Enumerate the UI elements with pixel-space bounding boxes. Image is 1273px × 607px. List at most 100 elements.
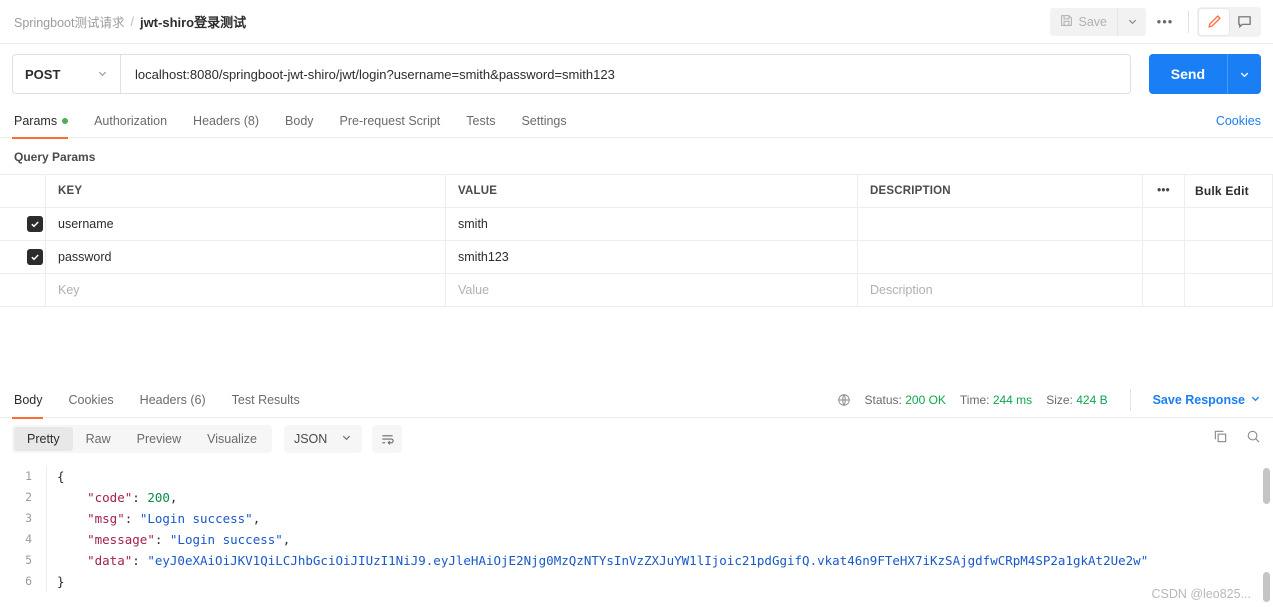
code-line-content: { (46, 466, 65, 487)
tab-settings[interactable]: Settings (508, 104, 579, 138)
time-label: Time: (960, 393, 990, 407)
row-key[interactable]: password (46, 241, 446, 274)
cookies-link[interactable]: Cookies (1216, 114, 1261, 128)
save-button[interactable]: Save (1050, 8, 1119, 36)
bulk-edit-button[interactable]: Bulk Edit (1185, 175, 1273, 208)
view-mode-raw[interactable]: Raw (73, 427, 124, 451)
row-description[interactable] (858, 208, 1143, 241)
meta-divider (1130, 389, 1131, 411)
copy-icon[interactable] (1213, 429, 1228, 449)
tab-body[interactable]: Body (272, 104, 327, 138)
tab-headers[interactable]: Headers (8) (180, 104, 272, 138)
breadcrumb-request-name[interactable]: jwt-shiro登录测试 (140, 12, 246, 31)
request-tabs: Params Authorization Headers (8) Body Pr… (0, 104, 1273, 138)
response-scrollbar-thumb[interactable] (1263, 468, 1270, 504)
checkbox-checked-icon[interactable] (27, 249, 43, 265)
code-line: 3 "msg": "Login success", (0, 508, 1273, 529)
row-spacer-cell (1185, 274, 1273, 307)
send-dropdown-button[interactable] (1227, 54, 1261, 94)
search-icon[interactable] (1246, 429, 1261, 449)
view-mode-preview[interactable]: Preview (124, 427, 194, 451)
json-string: "Login success" (140, 511, 253, 526)
header-divider (1188, 11, 1189, 33)
response-format-value: JSON (294, 432, 327, 446)
row-value[interactable]: smith123 (446, 241, 858, 274)
send-button[interactable]: Send (1149, 54, 1227, 94)
table-header-row: KEY VALUE DESCRIPTION ••• Bulk Edit (1, 175, 1273, 208)
http-method-value: POST (25, 67, 60, 82)
size-badge: Size: 424 B (1046, 393, 1107, 407)
save-response-button[interactable]: Save Response (1153, 393, 1261, 407)
line-number: 3 (0, 508, 46, 529)
save-disk-icon (1060, 14, 1073, 30)
json-key: "message" (87, 532, 155, 547)
json-string-token: "eyJ0eXAiOiJKV1QiLCJhbGciOiJIUzI1NiJ9.ey… (147, 553, 1148, 568)
row-checkbox-cell (1, 241, 46, 274)
header-checkbox-cell (1, 175, 46, 208)
code-line: 2 "code": 200, (0, 487, 1273, 508)
tab-response-cookies[interactable]: Cookies (56, 382, 127, 418)
line-number: 4 (0, 529, 46, 550)
tab-tests[interactable]: Tests (453, 104, 508, 138)
tab-response-body[interactable]: Body (12, 382, 56, 418)
line-number: 2 (0, 487, 46, 508)
tab-test-results[interactable]: Test Results (219, 382, 313, 418)
line-number: 1 (0, 466, 46, 487)
tab-authorization[interactable]: Authorization (81, 104, 180, 138)
new-key-input[interactable]: Key (46, 274, 446, 307)
code-line-content: "msg": "Login success", (46, 508, 260, 529)
view-mode-pretty[interactable]: Pretty (14, 427, 73, 451)
tab-pre-request-script[interactable]: Pre-request Script (327, 104, 454, 138)
url-input[interactable]: localhost:8080/springboot-jwt-shiro/jwt/… (120, 54, 1131, 94)
more-actions-button[interactable]: ••• (1150, 8, 1180, 36)
row-spacer-cell (1185, 241, 1273, 274)
comment-icon[interactable] (1229, 9, 1259, 35)
tab-params-label: Params (14, 114, 57, 128)
row-spacer-cell (1185, 208, 1273, 241)
view-mode-visualize[interactable]: Visualize (194, 427, 270, 451)
row-value[interactable]: smith (446, 208, 858, 241)
response-actions (1213, 429, 1261, 449)
new-value-input[interactable]: Value (446, 274, 858, 307)
size-label: Size: (1046, 393, 1073, 407)
edit-pencil-icon[interactable] (1199, 9, 1229, 35)
code-line: 4 "message": "Login success", (0, 529, 1273, 550)
checkbox-checked-icon[interactable] (27, 216, 43, 232)
row-description[interactable] (858, 241, 1143, 274)
row-checkbox-cell-empty (1, 274, 46, 307)
word-wrap-toggle[interactable] (372, 425, 402, 453)
params-modified-dot-icon (62, 118, 68, 124)
save-dropdown-button[interactable] (1118, 8, 1146, 36)
http-method-select[interactable]: POST (12, 54, 120, 94)
code-line-content: "message": "Login success", (46, 529, 290, 550)
row-options-cell (1143, 274, 1185, 307)
json-key: "data" (87, 553, 132, 568)
breadcrumb: Springboot测试请求 / jwt-shiro登录测试 (14, 12, 246, 31)
response-scrollbar-thumb-lower[interactable] (1263, 572, 1270, 602)
query-params-table: KEY VALUE DESCRIPTION ••• Bulk Edit user… (0, 174, 1273, 307)
row-checkbox-cell (1, 208, 46, 241)
response-view-bar: Pretty Raw Preview Visualize JSON (0, 418, 1273, 460)
response-tabs: Body Cookies Headers (6) Test Results St… (0, 382, 1273, 418)
header-key: KEY (46, 175, 446, 208)
breadcrumb-collection[interactable]: Springboot测试请求 (14, 12, 124, 31)
chevron-down-icon (1250, 393, 1261, 407)
json-key: "msg" (87, 511, 125, 526)
query-params-title: Query Params (0, 138, 1273, 174)
response-format-select[interactable]: JSON (284, 425, 362, 453)
response-pane: Body Cookies Headers (6) Test Results St… (0, 382, 1273, 607)
row-key[interactable]: username (46, 208, 446, 241)
chevron-down-icon (97, 67, 108, 82)
status-badge: Status: 200 OK (865, 393, 946, 407)
response-body-code[interactable]: 1 { 2 "code": 200, 3 "msg": "Login succe… (0, 460, 1273, 600)
code-line: 6 } (0, 571, 1273, 592)
table-options-button[interactable]: ••• (1143, 175, 1185, 208)
code-line-content: } (46, 571, 65, 592)
watermark: CSDN @leo825... (1151, 587, 1251, 601)
new-description-input[interactable]: Description (858, 274, 1143, 307)
tab-response-headers[interactable]: Headers (6) (127, 382, 219, 418)
header-description: DESCRIPTION (858, 175, 1143, 208)
table-row: password smith123 (1, 241, 1273, 274)
time-value: 244 ms (993, 393, 1032, 407)
tab-params[interactable]: Params (12, 104, 81, 138)
